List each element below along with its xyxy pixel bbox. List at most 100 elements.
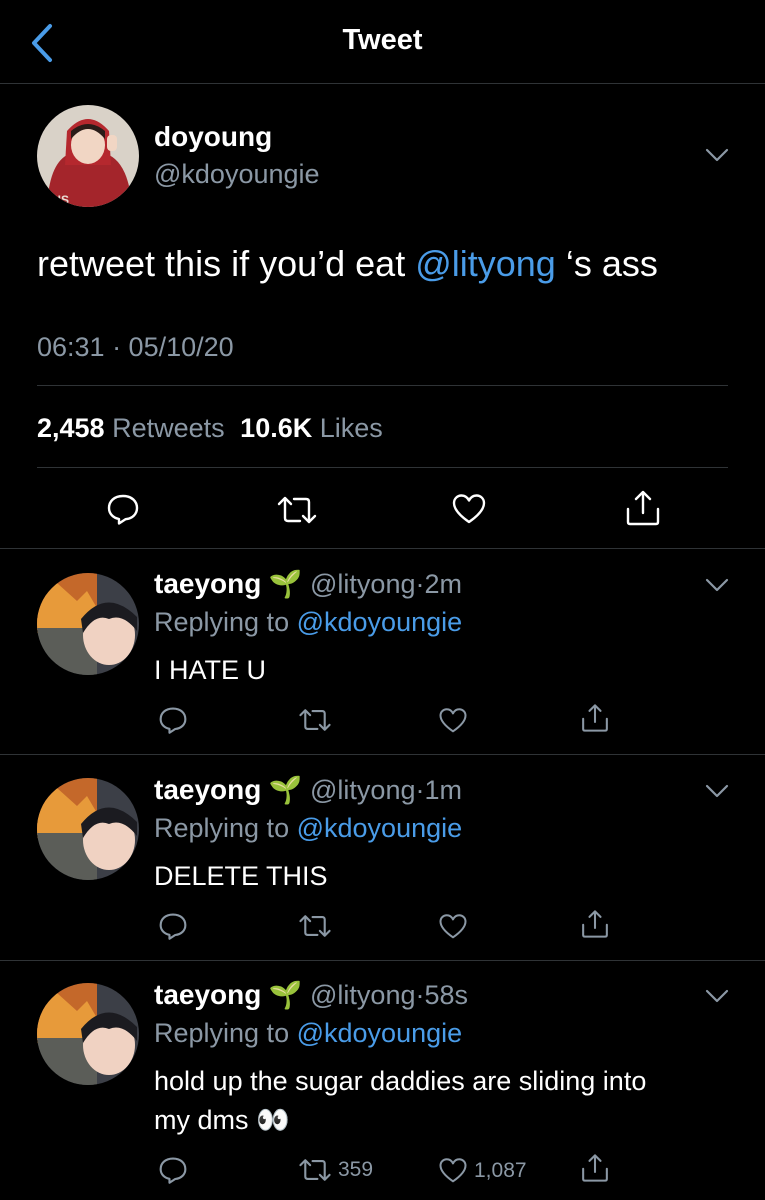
share-button[interactable] bbox=[580, 703, 610, 733]
avatar-image bbox=[37, 778, 139, 880]
like-button[interactable] bbox=[451, 493, 487, 525]
reply-author-handle[interactable]: @lityong bbox=[310, 980, 415, 1010]
heart-icon bbox=[439, 1158, 467, 1183]
tweet-text-end: ‘s ass bbox=[555, 243, 658, 284]
tweet-text: retweet this if you’d eat @lityong ‘s as… bbox=[37, 243, 658, 285]
avatar[interactable]: BIS bbox=[37, 105, 139, 207]
chevron-down-icon bbox=[705, 784, 729, 798]
reply-text-line: my dms 👀 bbox=[154, 1101, 646, 1140]
reply-author-handle[interactable]: @lityong bbox=[310, 775, 415, 805]
reply-author-name[interactable]: taeyong bbox=[154, 774, 261, 805]
more-options-button[interactable] bbox=[704, 147, 730, 168]
share-icon bbox=[582, 1154, 608, 1182]
reply-text-line: hold up the sugar daddies are sliding in… bbox=[154, 1066, 647, 1096]
heart-icon bbox=[439, 708, 467, 733]
heart-icon bbox=[452, 494, 486, 524]
sprout-emoji: 🌱 bbox=[268, 569, 303, 599]
heart-icon bbox=[439, 914, 467, 939]
reply-time: 58s bbox=[424, 980, 469, 1010]
divider bbox=[37, 467, 728, 468]
reply-icon bbox=[159, 707, 187, 734]
chevron-down-icon bbox=[705, 989, 729, 1003]
engagement-stats: 2,458 Retweets 10.6K Likes bbox=[37, 413, 383, 444]
like-label: Likes bbox=[319, 413, 383, 443]
replying-to-handle[interactable]: @kdoyoungie bbox=[297, 1018, 463, 1048]
more-options-button[interactable] bbox=[704, 577, 730, 598]
more-options-button[interactable] bbox=[704, 783, 730, 804]
replying-to-handle[interactable]: @kdoyoungie bbox=[297, 813, 463, 843]
avatar[interactable] bbox=[37, 573, 139, 675]
divider bbox=[37, 385, 728, 386]
avatar-image bbox=[37, 983, 139, 1085]
reply-icon bbox=[107, 494, 139, 525]
reply-button[interactable] bbox=[158, 911, 188, 941]
reply-time: 2m bbox=[424, 569, 462, 599]
svg-text:BIS: BIS bbox=[49, 193, 69, 207]
tweet-text-start: retweet this if you’d eat bbox=[37, 243, 416, 284]
replying-to: Replying to @kdoyoungie bbox=[154, 607, 462, 638]
likes-stat[interactable]: 10.6K Likes bbox=[240, 413, 383, 443]
reply-header: taeyong 🌱 @lityong·1m bbox=[154, 774, 462, 806]
retweet-label: Retweets bbox=[112, 413, 225, 443]
like-count: 10.6K bbox=[240, 413, 313, 443]
reply-text: DELETE THIS bbox=[154, 861, 328, 891]
avatar[interactable] bbox=[37, 983, 139, 1085]
reply-text: hold up the sugar daddies are sliding in… bbox=[154, 1062, 646, 1140]
replying-to-label: Replying to bbox=[154, 813, 290, 843]
share-button[interactable] bbox=[580, 909, 610, 939]
like-button[interactable]: 1,087 bbox=[438, 1157, 527, 1184]
reply-header: taeyong 🌱 @lityong·58s bbox=[154, 979, 468, 1011]
tweet-timestamp: 06:31 · 05/10/20 bbox=[37, 332, 234, 362]
reply-header: taeyong 🌱 @lityong·2m bbox=[154, 568, 462, 600]
share-icon bbox=[582, 704, 608, 732]
retweet-icon bbox=[277, 496, 317, 524]
reply-time: 1m bbox=[424, 775, 462, 805]
divider bbox=[0, 960, 765, 961]
share-button[interactable] bbox=[624, 489, 662, 527]
replying-to: Replying to @kdoyoungie bbox=[154, 1018, 462, 1049]
sprout-emoji: 🌱 bbox=[268, 980, 303, 1010]
share-button[interactable] bbox=[580, 1153, 610, 1183]
mention-link[interactable]: @lityong bbox=[415, 243, 556, 284]
replying-to: Replying to @kdoyoungie bbox=[154, 813, 462, 844]
author-name[interactable]: doyoung bbox=[154, 121, 272, 153]
divider bbox=[0, 548, 765, 549]
reply-icon bbox=[159, 913, 187, 940]
sprout-emoji: 🌱 bbox=[268, 775, 303, 805]
chevron-down-icon bbox=[705, 148, 729, 162]
more-options-button[interactable] bbox=[704, 988, 730, 1009]
retweet-button[interactable] bbox=[276, 494, 318, 526]
share-icon bbox=[626, 490, 660, 526]
replying-to-label: Replying to bbox=[154, 607, 290, 637]
like-button[interactable] bbox=[438, 707, 468, 734]
reply-button[interactable] bbox=[106, 492, 140, 526]
avatar-image: BIS bbox=[37, 105, 139, 207]
share-icon bbox=[582, 910, 608, 938]
reply-author-name[interactable]: taeyong bbox=[154, 568, 261, 599]
retweet-icon bbox=[299, 709, 331, 731]
avatar-image bbox=[37, 573, 139, 675]
like-count: 1,087 bbox=[474, 1158, 527, 1182]
reply-author-name[interactable]: taeyong bbox=[154, 979, 261, 1010]
author-handle[interactable]: @kdoyoungie bbox=[154, 159, 320, 190]
page-title: Tweet bbox=[342, 24, 423, 56]
retweet-count: 359 bbox=[338, 1158, 374, 1181]
reply-icon bbox=[159, 1157, 187, 1184]
avatar[interactable] bbox=[37, 778, 139, 880]
header-divider bbox=[0, 83, 765, 84]
retweet-button[interactable]: 359 bbox=[298, 1157, 373, 1183]
retweet-button[interactable] bbox=[298, 913, 332, 939]
retweet-icon bbox=[299, 1159, 331, 1181]
retweet-button[interactable] bbox=[298, 707, 332, 733]
reply-button[interactable] bbox=[158, 705, 188, 735]
chevron-down-icon bbox=[705, 578, 729, 592]
retweets-stat[interactable]: 2,458 Retweets bbox=[37, 413, 225, 443]
replying-to-handle[interactable]: @kdoyoungie bbox=[297, 607, 463, 637]
like-button[interactable] bbox=[438, 913, 468, 940]
retweet-count: 2,458 bbox=[37, 413, 105, 443]
replying-to-label: Replying to bbox=[154, 1018, 290, 1048]
reply-author-handle[interactable]: @lityong bbox=[310, 569, 415, 599]
divider bbox=[0, 754, 765, 755]
reply-button[interactable] bbox=[158, 1155, 188, 1185]
eyes-emoji: 👀 bbox=[256, 1105, 290, 1135]
